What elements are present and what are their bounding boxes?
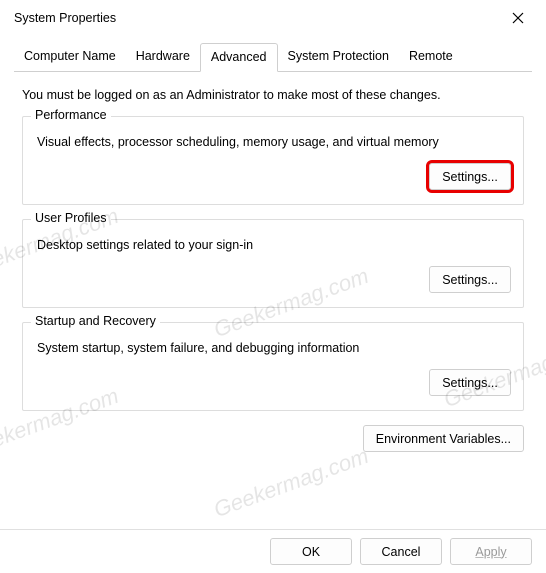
group-performance-title: Performance (31, 108, 111, 122)
group-performance: Performance Visual effects, processor sc… (22, 116, 524, 205)
env-row: Environment Variables... (22, 425, 524, 452)
startup-settings-button[interactable]: Settings... (429, 369, 511, 396)
cancel-button[interactable]: Cancel (360, 538, 442, 565)
group-startup-recovery: Startup and Recovery System startup, sys… (22, 322, 524, 411)
performance-settings-button[interactable]: Settings... (429, 163, 511, 190)
apply-button: Apply (450, 538, 532, 565)
ok-button[interactable]: OK (270, 538, 352, 565)
close-icon (512, 12, 524, 24)
group-user-profiles-actions: Settings... (35, 266, 511, 293)
group-user-profiles: User Profiles Desktop settings related t… (22, 219, 524, 308)
tab-remote[interactable]: Remote (399, 43, 463, 72)
group-user-profiles-desc: Desktop settings related to your sign-in (37, 238, 511, 252)
tab-hardware[interactable]: Hardware (126, 43, 200, 72)
group-startup-desc: System startup, system failure, and debu… (37, 341, 511, 355)
user-profiles-settings-button[interactable]: Settings... (429, 266, 511, 293)
group-performance-actions: Settings... (35, 163, 511, 190)
close-button[interactable] (498, 2, 538, 34)
titlebar: System Properties (0, 0, 546, 36)
tab-strip: Computer Name Hardware Advanced System P… (14, 42, 532, 72)
group-performance-desc: Visual effects, processor scheduling, me… (37, 135, 511, 149)
group-user-profiles-title: User Profiles (31, 211, 111, 225)
dialog-button-bar: OK Cancel Apply (0, 529, 546, 573)
intro-text: You must be logged on as an Administrato… (22, 88, 524, 102)
window-title: System Properties (14, 11, 498, 25)
group-startup-title: Startup and Recovery (31, 314, 160, 328)
tab-content-advanced: You must be logged on as an Administrato… (0, 72, 546, 472)
tab-computer-name[interactable]: Computer Name (14, 43, 126, 72)
environment-variables-button[interactable]: Environment Variables... (363, 425, 524, 452)
tab-advanced[interactable]: Advanced (200, 43, 278, 72)
tab-system-protection[interactable]: System Protection (278, 43, 399, 72)
group-startup-actions: Settings... (35, 369, 511, 396)
